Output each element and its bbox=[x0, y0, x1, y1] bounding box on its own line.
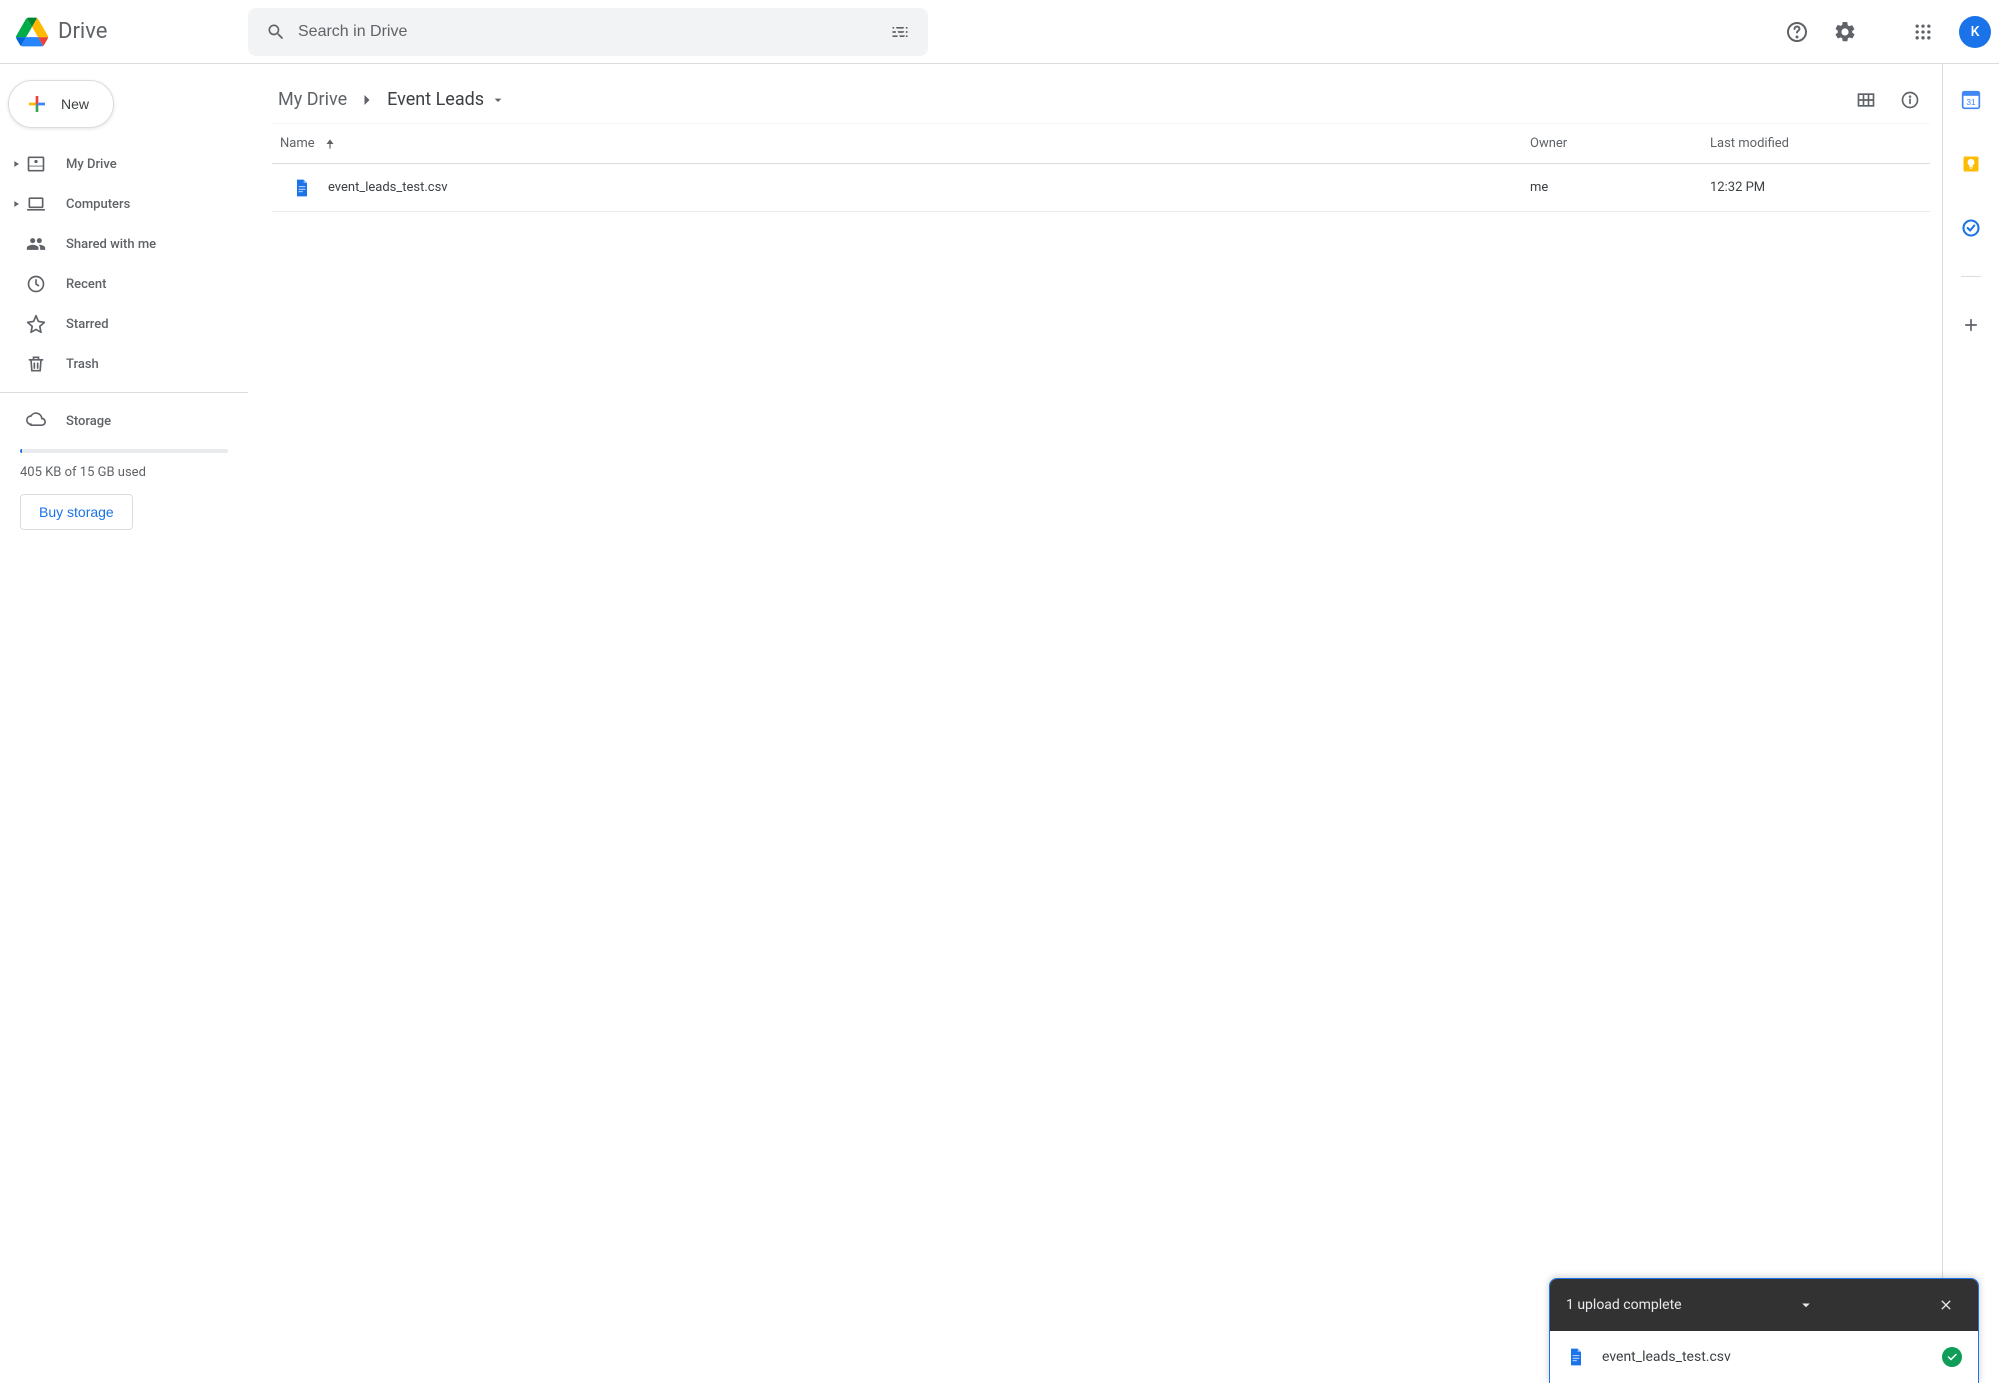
file-icon bbox=[292, 178, 312, 198]
caret-icon bbox=[8, 199, 24, 209]
tasks-app-icon[interactable] bbox=[1951, 208, 1991, 248]
col-name-header[interactable]: Name bbox=[272, 136, 1530, 151]
chevron-right-icon bbox=[357, 90, 377, 110]
recent-icon bbox=[24, 272, 48, 296]
sidebar: New My Drive Computers bbox=[0, 64, 256, 1383]
shared-icon bbox=[24, 232, 48, 256]
upload-item[interactable]: event_leads_test.csv bbox=[1550, 1331, 1978, 1383]
nav-label: Starred bbox=[66, 317, 109, 332]
breadcrumb-actions bbox=[1846, 80, 1930, 120]
sort-arrow-icon bbox=[323, 137, 337, 151]
nav-starred[interactable]: Starred bbox=[0, 304, 248, 344]
breadcrumb-root[interactable]: My Drive bbox=[272, 85, 353, 114]
search-options-icon[interactable] bbox=[880, 12, 920, 52]
body: New My Drive Computers bbox=[0, 64, 1999, 1383]
storage-block: 405 KB of 15 GB used Buy storage bbox=[0, 441, 248, 538]
table-header: Name Owner Last modified bbox=[272, 124, 1930, 164]
search-input[interactable] bbox=[296, 22, 880, 42]
col-name-label: Name bbox=[280, 136, 315, 151]
starred-icon bbox=[24, 312, 48, 336]
breadcrumb-current-label: Event Leads bbox=[387, 89, 484, 110]
help-icon[interactable] bbox=[1777, 12, 1817, 52]
nav-computers[interactable]: Computers bbox=[0, 184, 248, 224]
brand-name: Drive bbox=[58, 19, 107, 44]
brand[interactable]: Drive bbox=[16, 16, 248, 48]
nav-label: Trash bbox=[66, 357, 99, 372]
main: My Drive Event Leads bbox=[256, 64, 1943, 1383]
col-modified-header[interactable]: Last modified bbox=[1710, 136, 1930, 151]
side-panel-separator bbox=[1961, 276, 1981, 277]
trash-icon bbox=[24, 352, 48, 376]
nav-list: My Drive Computers Shared with me bbox=[0, 144, 248, 384]
new-button-label: New bbox=[61, 96, 89, 112]
file-icon bbox=[1566, 1347, 1586, 1367]
search-wrap bbox=[248, 8, 1757, 56]
nav-label: Shared with me bbox=[66, 237, 156, 252]
plus-icon bbox=[25, 92, 49, 116]
upload-toast-head: 1 upload complete bbox=[1550, 1279, 1978, 1331]
nav-storage[interactable]: Storage bbox=[0, 401, 248, 441]
collapse-icon[interactable] bbox=[1790, 1289, 1822, 1321]
nav-my-drive[interactable]: My Drive bbox=[0, 144, 248, 184]
header: Drive K bbox=[0, 0, 1999, 64]
upload-item-name: event_leads_test.csv bbox=[1602, 1349, 1926, 1365]
apps-icon[interactable] bbox=[1903, 12, 1943, 52]
info-icon[interactable] bbox=[1890, 80, 1930, 120]
header-actions: K bbox=[1757, 12, 1991, 52]
caret-icon bbox=[8, 159, 24, 169]
settings-icon[interactable] bbox=[1825, 12, 1865, 52]
computers-icon bbox=[24, 192, 48, 216]
nav-label: Recent bbox=[66, 277, 106, 292]
breadcrumb-current[interactable]: Event Leads bbox=[381, 85, 512, 114]
nav-shared[interactable]: Shared with me bbox=[0, 224, 248, 264]
success-check-icon bbox=[1942, 1347, 1962, 1367]
my-drive-icon bbox=[24, 152, 48, 176]
layout-grid-icon[interactable] bbox=[1846, 80, 1886, 120]
storage-icon bbox=[24, 409, 48, 433]
storage-label: Storage bbox=[66, 414, 111, 429]
close-icon[interactable] bbox=[1930, 1289, 1962, 1321]
file-modified: 12:32 PM bbox=[1710, 180, 1930, 195]
file-owner: me bbox=[1530, 180, 1710, 195]
breadcrumb: My Drive Event Leads bbox=[272, 76, 1930, 124]
storage-usage: 405 KB of 15 GB used bbox=[20, 465, 228, 480]
account-avatar[interactable]: K bbox=[1959, 16, 1991, 48]
side-panel: 31 bbox=[1943, 64, 1999, 1383]
upload-toast-title: 1 upload complete bbox=[1566, 1297, 1682, 1313]
drive-logo-icon bbox=[16, 16, 48, 48]
caret-down-icon bbox=[490, 92, 506, 108]
keep-app-icon[interactable] bbox=[1951, 144, 1991, 184]
search-icon[interactable] bbox=[256, 12, 296, 52]
storage-bar bbox=[20, 449, 228, 453]
file-name-cell: event_leads_test.csv bbox=[272, 178, 1530, 198]
nav-storage-list: Storage bbox=[0, 401, 248, 441]
nav-separator bbox=[0, 392, 248, 393]
content: My Drive Event Leads bbox=[256, 64, 1942, 1383]
buy-storage-button[interactable]: Buy storage bbox=[20, 494, 133, 530]
nav-label: My Drive bbox=[66, 157, 117, 172]
calendar-app-icon[interactable]: 31 bbox=[1951, 80, 1991, 120]
add-addon-icon[interactable] bbox=[1951, 305, 1991, 345]
upload-toast: 1 upload complete event_leads_test.csv bbox=[1549, 1278, 1979, 1383]
svg-text:31: 31 bbox=[1966, 97, 1976, 107]
new-button[interactable]: New bbox=[8, 80, 114, 128]
nav-recent[interactable]: Recent bbox=[0, 264, 248, 304]
file-name: event_leads_test.csv bbox=[328, 180, 448, 195]
table-row[interactable]: event_leads_test.csv me 12:32 PM bbox=[272, 164, 1930, 212]
nav-label: Computers bbox=[66, 197, 130, 212]
col-owner-header[interactable]: Owner bbox=[1530, 136, 1710, 151]
search-bar[interactable] bbox=[248, 8, 928, 56]
nav-trash[interactable]: Trash bbox=[0, 344, 248, 384]
